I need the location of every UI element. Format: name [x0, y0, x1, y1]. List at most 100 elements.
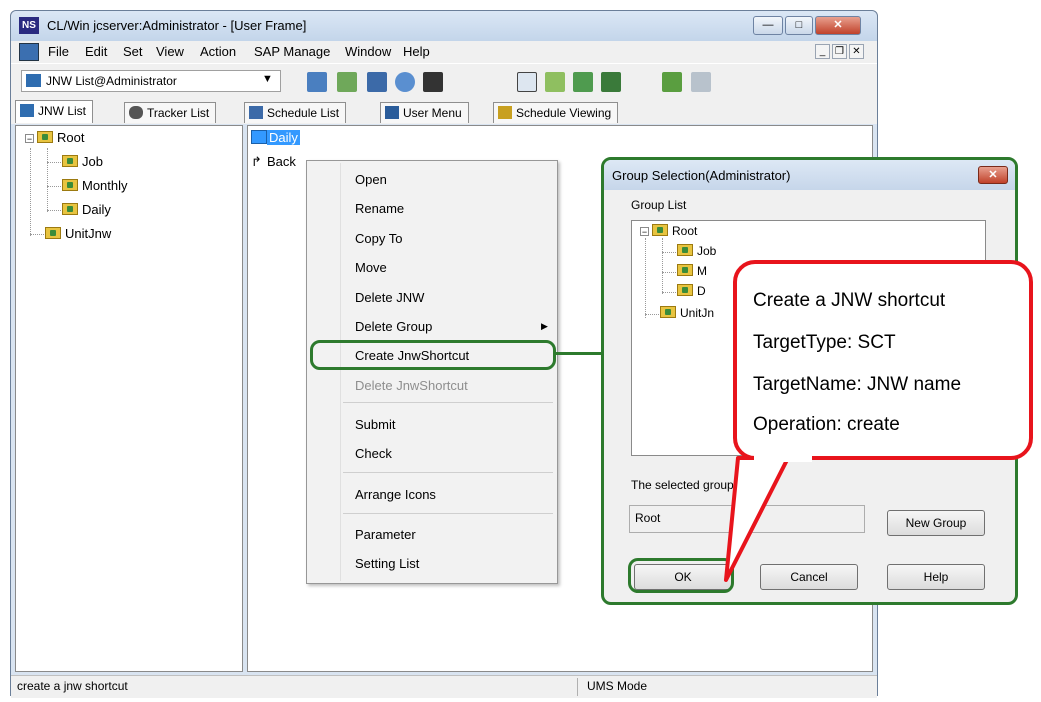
tree-guide-line: [645, 314, 659, 315]
collapse-icon[interactable]: −: [640, 227, 649, 237]
menu-item-copy-to[interactable]: Copy To: [355, 231, 402, 246]
tab-schedule-viewing[interactable]: Schedule Viewing: [493, 102, 619, 123]
tab-jnw-list[interactable]: JNW List: [15, 100, 93, 123]
help-button[interactable]: Help: [887, 564, 985, 590]
menu-edit[interactable]: Edit: [85, 44, 107, 59]
menu-item-delete-jnw[interactable]: Delete JNW: [355, 290, 424, 305]
document-icon[interactable]: [19, 43, 39, 61]
folder-icon: [62, 179, 78, 191]
schedule-viewing-icon: [498, 106, 512, 119]
tree-node-monthly[interactable]: Monthly: [62, 178, 128, 193]
tab-bar: JNW List Tracker List Schedule List User…: [11, 100, 877, 124]
menu-help[interactable]: Help: [403, 44, 430, 59]
tree-node-label: Daily: [82, 202, 111, 217]
jnw-toolbar-icon[interactable]: [307, 72, 327, 92]
tree-guide-line: [662, 292, 676, 293]
menu-item-submit[interactable]: Submit: [355, 417, 395, 432]
tab-label: Schedule List: [267, 106, 340, 120]
dialog-tree-node-monthly[interactable]: M: [677, 264, 707, 278]
mdi-close-button[interactable]: ✕: [849, 44, 864, 59]
menu-set[interactable]: Set: [123, 44, 143, 59]
menu-item-delete-jnwshortcut: Delete JnwShortcut: [355, 378, 468, 393]
folder-open-icon: [652, 224, 668, 236]
schedule-toolbar-icon[interactable]: [367, 72, 387, 92]
jnw-list-icon: [20, 104, 34, 117]
tab-schedule-list[interactable]: Schedule List: [244, 102, 347, 123]
tree-node-label: Root: [672, 224, 698, 238]
folder-icon: [677, 244, 693, 256]
chevron-down-icon[interactable]: ▼: [262, 73, 273, 85]
tree-guide-line: [47, 148, 48, 212]
menu-file[interactable]: File: [48, 44, 69, 59]
annotation-callout: Create a JNW shortcut TargetType: SCT Ta…: [733, 260, 1033, 460]
tree-toolbar-icon[interactable]: [573, 72, 593, 92]
tree-node-label: Monthly: [82, 178, 128, 193]
menu-gutter-line: [340, 163, 341, 581]
menu-item-move[interactable]: Move: [355, 260, 387, 275]
tree-node-job[interactable]: Job: [62, 154, 103, 169]
menu-item-rename[interactable]: Rename: [355, 201, 404, 216]
view-selector-value: JNW List@Administrator: [46, 74, 177, 88]
mdi-restore-button[interactable]: ❐: [832, 44, 847, 59]
selected-group-value: Root: [635, 511, 661, 525]
menu-action[interactable]: Action: [200, 44, 236, 59]
dialog-title-bar[interactable]: Group Selection(Administrator) ✕: [604, 160, 1015, 190]
menu-separator: [343, 472, 553, 473]
dialog-close-button[interactable]: ✕: [978, 166, 1008, 184]
user-menu-icon: [385, 106, 399, 119]
callout-tail: [724, 456, 790, 582]
list-item-back[interactable]: ↱ Back: [251, 154, 296, 170]
tab-user-menu[interactable]: User Menu: [380, 102, 469, 123]
dialog-tree-node-job[interactable]: Job: [677, 244, 716, 258]
dialog-tree-node-root[interactable]: − Root: [640, 224, 697, 238]
tab-label: JNW List: [38, 104, 86, 118]
folder-icon: [660, 306, 676, 318]
menu-item-delete-group[interactable]: Delete Group: [355, 319, 432, 334]
jnw-list-icon: [26, 74, 41, 87]
tree-guide-line: [662, 272, 676, 273]
tree-node-unitjnw[interactable]: UnitJnw: [45, 226, 111, 241]
dialog-tree-node-unitjnw[interactable]: UnitJn: [660, 306, 714, 320]
folder-up-icon[interactable]: [545, 72, 565, 92]
tree-node-label: UnitJn: [680, 306, 715, 320]
tracker-toolbar-icon[interactable]: [337, 72, 357, 92]
callout-line: Create a JNW shortcut: [753, 290, 946, 311]
f1-toolbar-icon[interactable]: [517, 72, 537, 92]
group-tree-pane[interactable]: − Root Job Monthly Daily UnitJnw: [15, 125, 243, 672]
tree-node-label: Job: [697, 244, 717, 258]
server-toolbar-icon[interactable]: [662, 72, 682, 92]
menu-item-check[interactable]: Check: [355, 446, 392, 461]
tab-label: Tracker List: [147, 106, 210, 120]
menu-item-setting-list[interactable]: Setting List: [355, 556, 419, 571]
menu-view[interactable]: View: [156, 44, 184, 59]
callout-line: TargetName: JNW name: [753, 374, 962, 395]
app-logo: NS: [19, 17, 39, 34]
new-group-button[interactable]: New Group: [887, 510, 985, 536]
collapse-icon[interactable]: −: [25, 134, 34, 144]
folder-icon: [62, 155, 78, 167]
export-toolbar-icon[interactable]: [601, 72, 621, 92]
callout-line: TargetType: SCT: [753, 332, 896, 353]
tree-node-root[interactable]: − Root: [25, 130, 84, 145]
tree-node-daily[interactable]: Daily: [62, 202, 111, 217]
tree-node-label: Job: [82, 154, 103, 169]
minimize-button[interactable]: —: [753, 16, 783, 35]
mdi-minimize-button[interactable]: _: [815, 44, 830, 59]
refresh-toolbar-icon[interactable]: [395, 72, 415, 92]
tree-guide-line: [47, 186, 61, 187]
dialog-tree-node-daily[interactable]: D: [677, 284, 706, 298]
menu-item-arrange-icons[interactable]: Arrange Icons: [355, 487, 436, 502]
tree-node-label: M: [697, 264, 707, 278]
menu-sap-manage[interactable]: SAP Manage: [254, 44, 330, 59]
menu-item-open[interactable]: Open: [355, 172, 387, 187]
folder-open-icon: [62, 203, 78, 215]
menu-window[interactable]: Window: [345, 44, 391, 59]
tab-tracker-list[interactable]: Tracker List: [124, 102, 217, 123]
list-item-daily[interactable]: Daily: [251, 130, 300, 145]
binoculars-icon[interactable]: [423, 72, 443, 92]
close-button[interactable]: ✕: [815, 16, 861, 35]
maximize-button[interactable]: □: [785, 16, 813, 35]
view-selector-combo[interactable]: JNW List@Administrator ▼: [21, 70, 281, 92]
title-bar[interactable]: NS CL/Win jcserver:Administrator - [User…: [11, 11, 877, 41]
menu-item-parameter[interactable]: Parameter: [355, 527, 416, 542]
